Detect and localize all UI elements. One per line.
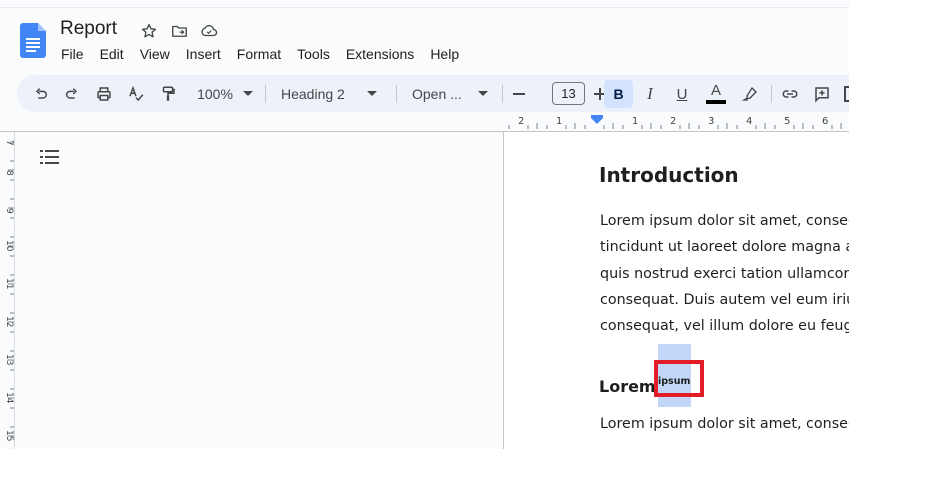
window-top-divider — [0, 7, 849, 8]
redo-icon[interactable] — [60, 80, 84, 108]
chevron-down-icon — [367, 91, 377, 96]
italic-button[interactable]: I — [637, 80, 663, 108]
svg-text:9: 9 — [4, 208, 14, 214]
star-icon[interactable] — [138, 20, 160, 42]
menu-tools[interactable]: Tools — [297, 45, 330, 63]
toolbar-divider — [265, 85, 266, 103]
move-to-folder-icon[interactable] — [168, 20, 190, 42]
print-icon[interactable] — [92, 80, 116, 108]
chevron-down-icon — [478, 91, 488, 96]
font-size-input[interactable]: 13 — [552, 82, 585, 105]
text-color-swatch — [706, 100, 726, 104]
font-select[interactable]: Open ... — [404, 80, 494, 108]
svg-text:10: 10 — [4, 240, 14, 252]
insert-link-icon[interactable] — [777, 80, 803, 108]
toolbar: 100% Heading 2 Open ... 13 B I U A — [17, 75, 849, 112]
underline-button[interactable]: U — [669, 80, 695, 108]
heading-introduction[interactable]: Introduction — [599, 163, 739, 187]
document-page[interactable]: Introduction Lorem ipsum dolor sit amet,… — [504, 132, 849, 449]
toolbar-divider — [396, 85, 397, 103]
document-outline-icon[interactable] — [40, 149, 60, 165]
menu-format[interactable]: Format — [237, 45, 281, 63]
menu-view[interactable]: View — [140, 45, 170, 63]
text-color-button[interactable]: A — [703, 80, 729, 108]
ruler-label: 5 — [784, 116, 791, 127]
ruler-label: 1 — [556, 116, 563, 127]
paragraph-line: consequat, vel illum dolore eu feugia — [600, 318, 849, 335]
menu-insert[interactable]: Insert — [186, 45, 221, 63]
chevron-down-icon — [242, 91, 253, 96]
ruler-label: 6 — [822, 116, 829, 127]
highlight-color-icon[interactable] — [737, 80, 763, 108]
toolbar-divider — [771, 85, 772, 103]
docs-window: Report File Edit View Insert Format Tool… — [0, 0, 849, 449]
paragraph-line: consequat. Duis autem vel eum iriure — [600, 291, 849, 308]
text-color-glyph: A — [710, 82, 721, 99]
insert-image-icon[interactable] — [843, 80, 849, 108]
toolbar-divider — [502, 85, 503, 103]
paragraph-line: Lorem ipsum dolor sit amet, consect — [600, 213, 849, 229]
undo-icon[interactable] — [29, 80, 53, 108]
svg-text:14: 14 — [4, 392, 14, 404]
google-docs-logo-icon[interactable] — [20, 23, 46, 58]
menu-edit[interactable]: Edit — [100, 45, 124, 63]
decrease-font-size-icon[interactable] — [510, 80, 528, 108]
paragraph-line[interactable]: Lorem ipsum dolor sit amet, consect — [600, 416, 849, 432]
ruler-label: 3 — [708, 116, 715, 127]
paint-format-icon[interactable] — [156, 80, 180, 108]
document-title[interactable]: Report — [60, 18, 117, 40]
cloud-saved-icon[interactable] — [198, 20, 220, 42]
svg-text:13: 13 — [4, 354, 14, 365]
menu-help[interactable]: Help — [430, 45, 459, 63]
title-actions — [138, 20, 220, 42]
zoom-select[interactable]: 100% — [191, 80, 259, 108]
paragraph-line: tincidunt ut laoreet dolore magna ali — [600, 239, 849, 256]
highlight-annotation-box — [654, 360, 704, 397]
vertical-ruler[interactable]: 7 8 9 10 11 12 13 14 15 — [0, 132, 15, 449]
zoom-value: 100% — [197, 86, 233, 102]
paragraph-style-value: Heading 2 — [281, 86, 345, 102]
indent-marker-icon — [591, 118, 603, 124]
svg-text:8: 8 — [4, 170, 14, 176]
bold-button[interactable]: B — [604, 80, 633, 108]
svg-text:7: 7 — [4, 140, 14, 146]
spelling-check-icon[interactable] — [124, 80, 148, 108]
svg-text:12: 12 — [4, 316, 14, 327]
paragraph-style-select[interactable]: Heading 2 — [273, 80, 385, 108]
heading-lorem[interactable]: Lorem — [599, 377, 656, 396]
horizontal-ruler[interactable]: 2 1 1 2 3 4 5 6 — [503, 113, 849, 131]
vertical-ruler-ticks: 7 8 9 10 11 12 13 14 15 — [4, 140, 14, 441]
ruler-label: 1 — [632, 116, 639, 127]
ruler-label: 2 — [670, 116, 677, 127]
paragraph-line: quis nostrud exerci tation ullamcorpe — [600, 265, 849, 282]
paragraph[interactable]: Lorem ipsum dolor sit amet, consect tinc… — [600, 208, 849, 339]
ruler-label: 2 — [518, 116, 525, 127]
add-comment-icon[interactable] — [809, 80, 835, 108]
menu-extensions[interactable]: Extensions — [346, 45, 414, 63]
ruler-label: 4 — [746, 116, 753, 127]
font-value: Open ... — [412, 86, 462, 102]
menu-bar: File Edit View Insert Format Tools Exten… — [61, 45, 475, 63]
svg-text:15: 15 — [4, 430, 14, 441]
menu-file[interactable]: File — [61, 45, 84, 63]
svg-text:11: 11 — [4, 278, 14, 289]
